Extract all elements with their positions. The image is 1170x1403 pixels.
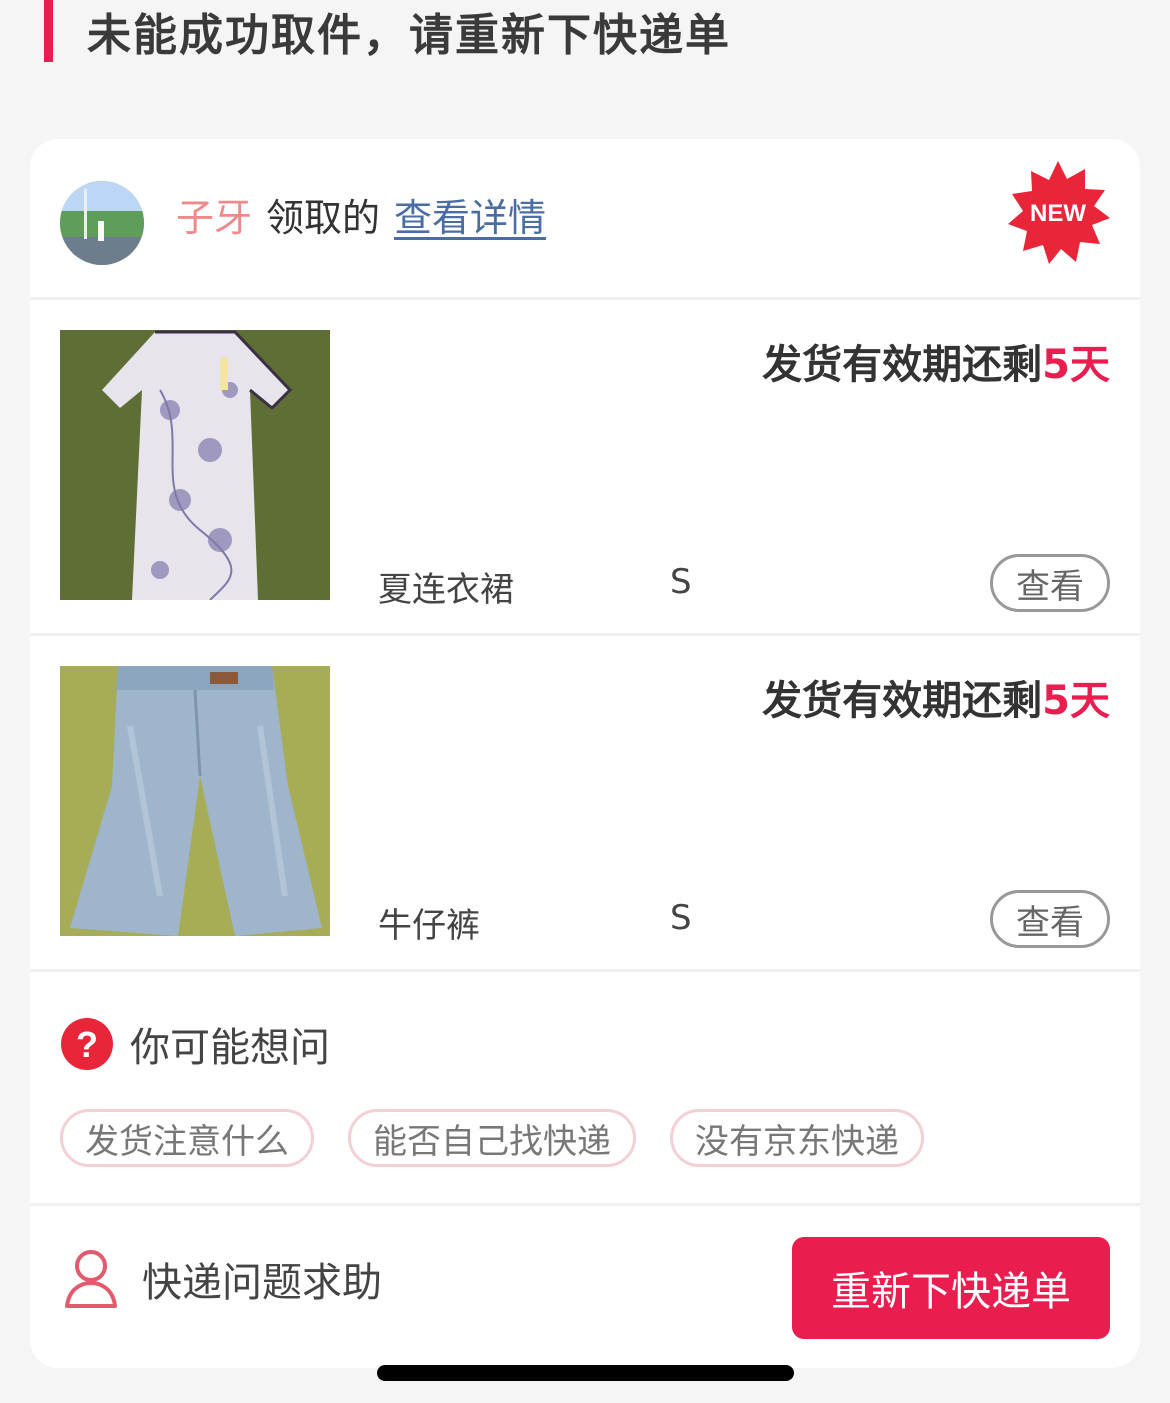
- deadline-label: 发货有效期还剩: [762, 678, 1043, 724]
- claim-action-text: 领取的: [266, 196, 381, 240]
- item-name: 夏连衣裙: [378, 570, 514, 610]
- view-details-link[interactable]: 查看详情: [394, 187, 546, 242]
- faq-chip[interactable]: 没有京东快递: [670, 1109, 924, 1167]
- new-badge-icon: NEW: [1008, 161, 1110, 264]
- page-title: 未能成功取件，请重新下快递单: [87, 10, 731, 61]
- divider: [30, 969, 1140, 972]
- faq-chip[interactable]: 发货注意什么: [60, 1109, 314, 1167]
- faq-header: ? 你可能想问: [60, 1015, 330, 1073]
- ship-deadline: 发货有效期还剩5天: [762, 332, 1110, 390]
- faq-chip[interactable]: 能否自己找快递: [348, 1109, 636, 1167]
- shipping-help[interactable]: 快递问题求助: [64, 1249, 382, 1309]
- user-icon: [65, 1250, 117, 1308]
- question-icon: ?: [61, 1018, 113, 1070]
- page-header: 未能成功取件，请重新下快递单: [44, 0, 731, 62]
- title-accent-bar: [44, 0, 53, 62]
- shipping-help-label: 快递问题求助: [142, 1260, 382, 1306]
- order-card: 子牙 领取的 查看详情 NEW 发货有效期还剩5天 夏连衣裙 S 查看 发货有效…: [30, 139, 1140, 1368]
- faq-chip-list: 发货注意什么 能否自己找快递 没有京东快递: [60, 1109, 924, 1167]
- view-item-button[interactable]: 查看: [990, 554, 1110, 612]
- deadline-days: 5天: [1042, 342, 1110, 388]
- dress-photo[interactable]: [60, 330, 330, 600]
- list-item: 发货有效期还剩5天 夏连衣裙 S 查看: [30, 300, 1140, 633]
- svg-text:?: ?: [76, 1024, 98, 1065]
- new-badge-text: NEW: [1030, 200, 1086, 227]
- avatar[interactable]: [60, 181, 144, 265]
- item-size: S: [670, 562, 692, 602]
- claim-info: 子牙 领取的 查看详情: [176, 187, 546, 242]
- item-size: S: [670, 898, 692, 938]
- ship-deadline: 发货有效期还剩5天: [762, 668, 1110, 726]
- reorder-shipping-button[interactable]: 重新下快递单: [792, 1237, 1110, 1339]
- claimer-name[interactable]: 子牙: [176, 187, 252, 242]
- home-indicator[interactable]: [377, 1365, 794, 1381]
- list-item: 发货有效期还剩5天 牛仔裤 S 查看: [30, 636, 1140, 969]
- faq-title: 你可能想问: [130, 1025, 330, 1071]
- jeans-photo[interactable]: [60, 666, 330, 936]
- view-item-button[interactable]: 查看: [990, 890, 1110, 948]
- deadline-label: 发货有效期还剩: [762, 342, 1043, 388]
- deadline-days: 5天: [1042, 678, 1110, 724]
- divider: [30, 1203, 1140, 1206]
- item-name: 牛仔裤: [378, 906, 480, 946]
